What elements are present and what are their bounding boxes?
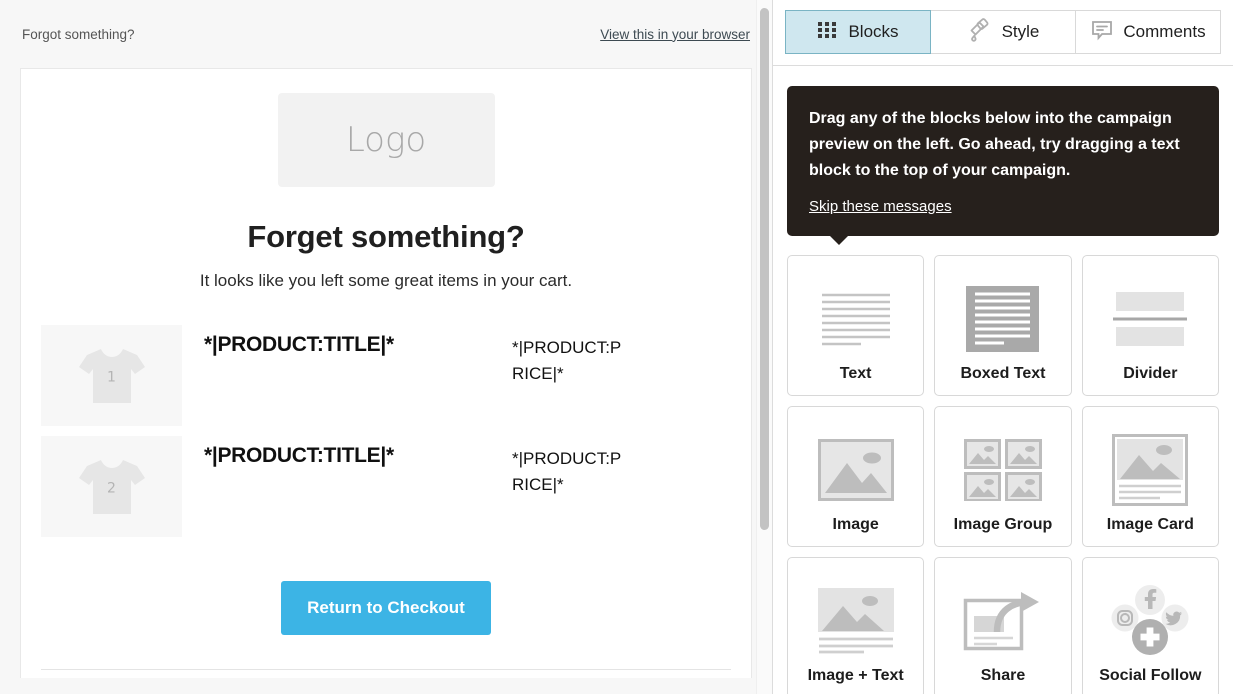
return-to-checkout-button[interactable]: Return to Checkout [281,581,491,635]
blocks-panel-scroll: Drag any of the blocks below into the ca… [773,66,1233,694]
block-card-social-follow[interactable]: Social Follow [1081,557,1219,694]
preheader-text: Forgot something? [22,26,135,42]
grid-dots-icon [817,20,839,45]
product-price[interactable]: *|PRODUCT:PRICE|* [512,325,630,386]
logo-placeholder[interactable]: Logo [277,93,495,187]
tab-comments[interactable]: Comments [1075,10,1221,54]
product-row[interactable]: 2 *|PRODUCT:TITLE|* *|PRODUCT:PRICE|* [41,430,731,537]
product-price[interactable]: *|PRODUCT:PRICE|* [512,436,630,497]
comment-bubble-icon [1090,19,1114,46]
block-card-divider[interactable]: Divider [1081,255,1219,396]
image-card-icon [1089,423,1212,516]
block-card-image[interactable]: Image [787,406,925,547]
image-group-icon [941,423,1064,516]
logo-block[interactable]: Logo [21,69,751,201]
campaign-builder: Forgot something? View this in your brow… [0,0,1233,694]
block-label: Image + Text [807,667,904,685]
block-label: Divider [1123,365,1178,383]
image-text-icon [794,574,917,667]
boxed-text-icon [941,272,1064,365]
share-arrow-icon [941,574,1064,667]
text-lines-icon [794,272,917,365]
block-card-share[interactable]: Share [934,557,1072,694]
product-title[interactable]: *|PRODUCT:TITLE|* [182,436,512,468]
tab-blocks-label: Blocks [848,22,899,41]
block-label: Image Group [953,516,1053,534]
block-label: Image [832,516,879,534]
tip-pointer-arrow [829,235,849,245]
onboarding-tip-callout: Drag any of the blocks below into the ca… [787,86,1219,245]
block-card-image-group[interactable]: Image Group [934,406,1072,547]
paint-roller-icon [967,17,993,47]
cta-block: Return to Checkout [21,581,751,669]
email-subheadline[interactable]: It looks like you left some great items … [21,271,751,291]
block-label: Text [839,365,872,383]
block-label: Social Follow [1099,667,1202,685]
email-headline[interactable]: Forget something? [21,219,751,255]
social-follow-icon [1089,574,1212,667]
tab-style-label: Style [1001,22,1040,41]
email-footer-text[interactable]: Copyright © *|CURRENT_YEAR|* *|LIST:COMP… [0,678,772,694]
block-label: Image Card [1106,516,1194,534]
sidebar-tabs: Blocks Style Comments [773,0,1233,66]
block-card-image-card[interactable]: Image Card [1081,406,1219,547]
block-grid: Text Boxed Text Divider Image Image Grou… [787,255,1219,694]
block-card-text[interactable]: Text [787,255,925,396]
block-label: Boxed Text [960,365,1046,383]
preview-header: Forgot something? View this in your brow… [0,0,772,68]
product-thumbnail-number: 2 [107,479,116,496]
email-body-divider [41,669,731,670]
divider-icon [1089,272,1212,365]
image-icon [794,423,917,516]
product-row[interactable]: 1 *|PRODUCT:TITLE|* *|PRODUCT:PRICE|* [41,319,731,426]
onboarding-tip-text: Drag any of the blocks below into the ca… [809,110,1180,179]
tab-comments-label: Comments [1123,22,1206,41]
preview-scrollbar[interactable] [756,0,772,694]
block-card-image-text[interactable]: Image + Text [787,557,925,694]
product-thumbnail[interactable]: 1 [41,325,182,426]
campaign-preview-pane: Forgot something? View this in your brow… [0,0,772,694]
blocks-sidebar: Blocks Style Comments Drag any of the bl… [772,0,1233,694]
preview-scrollbar-thumb[interactable] [760,8,769,530]
tab-style[interactable]: Style [930,10,1076,54]
product-thumbnail[interactable]: 2 [41,436,182,537]
product-title[interactable]: *|PRODUCT:TITLE|* [182,325,512,357]
tab-blocks[interactable]: Blocks [785,10,931,54]
product-thumbnail-number: 1 [107,368,116,385]
skip-messages-link[interactable]: Skip these messages [809,198,952,215]
block-label: Share [980,667,1026,685]
view-in-browser-link[interactable]: View this in your browser [600,27,750,42]
block-card-boxed-text[interactable]: Boxed Text [934,255,1072,396]
product-list: 1 *|PRODUCT:TITLE|* *|PRODUCT:PRICE|* 2 … [21,319,751,537]
email-body[interactable]: Logo Forget something? It looks like you… [20,68,752,678]
